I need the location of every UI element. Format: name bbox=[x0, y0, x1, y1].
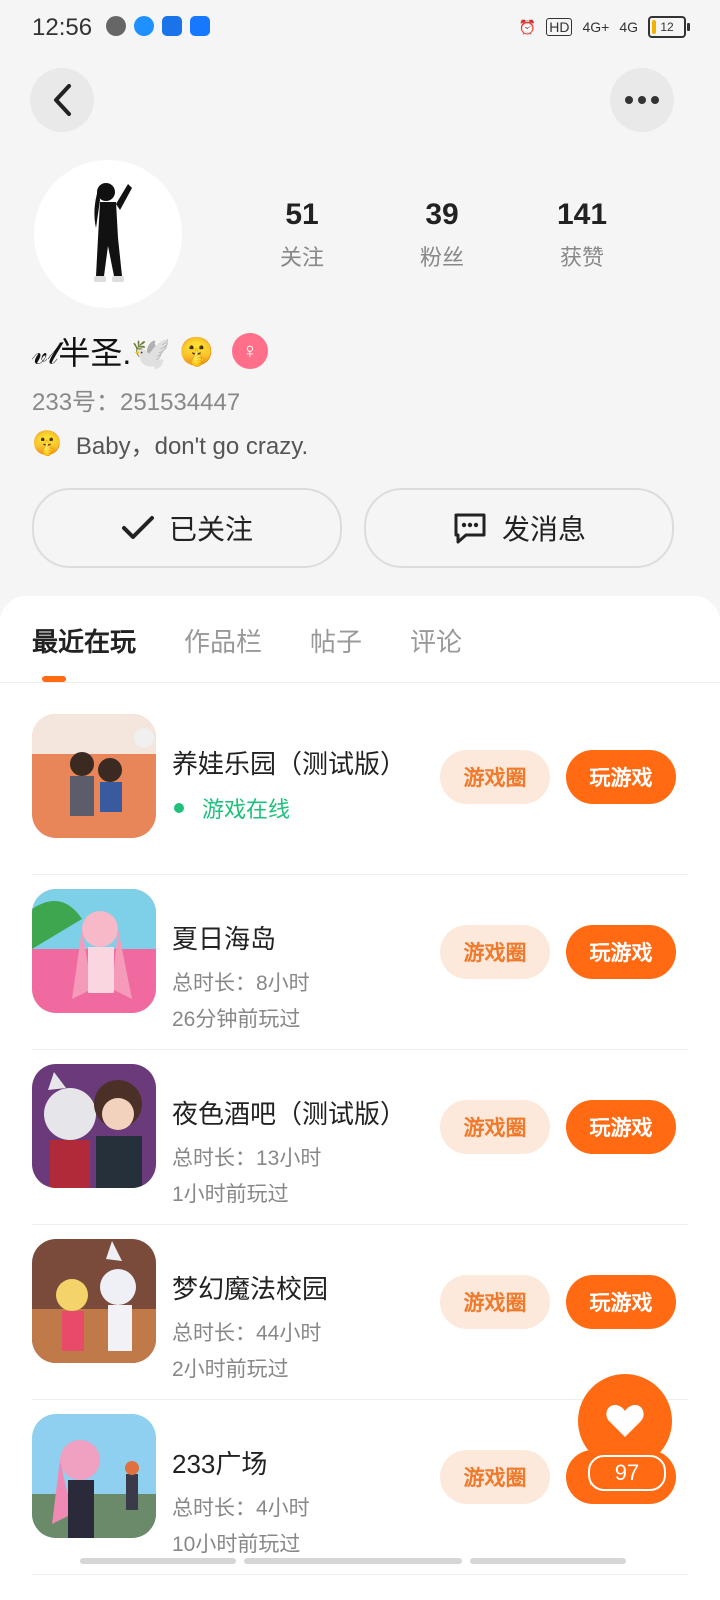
game-row[interactable]: 夏日海岛 总时长：8小时 26分钟前玩过 游戏圈 玩游戏 bbox=[32, 875, 688, 1050]
scroll-indicator bbox=[244, 1558, 462, 1564]
female-icon: ♀ bbox=[232, 333, 269, 369]
last-played: 2小时前玩过 bbox=[172, 1358, 289, 1381]
message-button[interactable]: 发消息 bbox=[364, 488, 674, 568]
play-game-button[interactable]: 玩游戏 bbox=[566, 750, 676, 804]
game-circle-button[interactable]: 游戏圈 bbox=[440, 1275, 550, 1329]
game-row[interactable]: 夜色酒吧（测试版） 总时长：13小时 1小时前玩过 游戏圈 玩游戏 bbox=[32, 1050, 688, 1225]
message-label: 发消息 bbox=[501, 514, 586, 545]
game-name: 梦幻魔法校园 bbox=[172, 1274, 329, 1304]
last-played: 26分钟前玩过 bbox=[172, 1008, 301, 1031]
online-label: 游戏在线 bbox=[202, 797, 291, 822]
stat-label: 获赞 bbox=[559, 245, 604, 270]
tab-comments[interactable]: 评论 bbox=[410, 622, 462, 659]
shush-emoji-icon: 🤫 bbox=[32, 430, 62, 457]
tab-posts[interactable]: 帖子 bbox=[310, 622, 362, 659]
user-id: 233号：251534447 bbox=[32, 389, 241, 416]
status-time: 12:56 bbox=[32, 14, 93, 41]
signal-2: 4G bbox=[619, 19, 638, 35]
more-button[interactable] bbox=[610, 68, 674, 132]
followed-label: 已关注 bbox=[168, 514, 253, 545]
stat-likes[interactable]: 141 获赞 bbox=[512, 198, 652, 272]
stat-followers[interactable]: 39 粉丝 bbox=[372, 198, 512, 272]
check-icon bbox=[121, 516, 154, 539]
status-bar: 12:56 ⏰ HD 4G+ 4G 12 bbox=[0, 0, 720, 60]
play-game-button[interactable]: 玩游戏 bbox=[566, 1100, 676, 1154]
play-game-button[interactable]: 玩游戏 bbox=[566, 1275, 676, 1329]
followed-button[interactable]: 已关注 bbox=[32, 488, 342, 568]
game-name: 夜色酒吧（测试版） bbox=[172, 1099, 407, 1129]
game-row[interactable]: 梦幻魔法校园 总时长：44小时 2小时前玩过 游戏圈 玩游戏 bbox=[32, 1225, 688, 1400]
game-circle-button[interactable]: 游戏圈 bbox=[440, 750, 550, 804]
scroll-indicator bbox=[80, 1558, 236, 1564]
hd-indicator: HD bbox=[546, 18, 573, 36]
bio-text: Baby，don't go crazy. bbox=[75, 433, 309, 460]
game-name: 夏日海岛 bbox=[172, 924, 277, 954]
online-status: 游戏在线 bbox=[174, 792, 290, 824]
game-icon[interactable] bbox=[32, 889, 156, 1013]
alarm-icon: ⏰ bbox=[518, 18, 537, 35]
bio: 🤫 Baby，don't go crazy. bbox=[32, 426, 308, 461]
game-name: 233广场 bbox=[172, 1449, 268, 1479]
battery-level: 12 bbox=[660, 20, 674, 34]
chat-bubble-icon bbox=[454, 513, 486, 544]
stat-following[interactable]: 51 关注 bbox=[232, 198, 372, 272]
scroll-indicator bbox=[470, 1558, 626, 1564]
divider bbox=[0, 682, 720, 683]
app-icon bbox=[162, 16, 182, 36]
more-icon bbox=[625, 96, 659, 104]
like-count: 97 bbox=[588, 1455, 666, 1491]
play-duration: 总时长：8小时 bbox=[172, 972, 310, 995]
game-row[interactable]: 养娃乐园（测试版） 游戏在线 游戏圈 玩游戏 bbox=[32, 700, 688, 875]
stat-number: 39 bbox=[425, 198, 459, 231]
browser-icon bbox=[134, 16, 154, 36]
stat-number: 141 bbox=[556, 198, 608, 231]
battery-icon: 12 bbox=[648, 16, 690, 38]
avatar-image bbox=[34, 160, 182, 308]
game-circle-button[interactable]: 游戏圈 bbox=[440, 1100, 550, 1154]
online-dot-icon bbox=[174, 803, 184, 813]
tab-bar: 最近在玩 作品栏 帖子 评论 bbox=[32, 622, 462, 659]
play-duration: 总时长：4小时 bbox=[172, 1497, 310, 1520]
game-name: 养娃乐园（测试版） bbox=[172, 749, 407, 779]
username: 𝓋𝓁半圣.🕊️ bbox=[32, 335, 172, 371]
game-icon[interactable] bbox=[32, 1239, 156, 1363]
profile-stats: 51 关注 39 粉丝 141 获赞 bbox=[232, 198, 652, 272]
shush-emoji-icon: 🤫 bbox=[179, 335, 215, 367]
play-duration: 总时长：44小时 bbox=[172, 1322, 322, 1345]
avatar[interactable] bbox=[34, 160, 182, 308]
stat-number: 51 bbox=[285, 198, 319, 231]
alipay-icon bbox=[190, 16, 210, 36]
game-icon[interactable] bbox=[32, 1414, 156, 1538]
last-played: 10小时前玩过 bbox=[172, 1533, 301, 1556]
stat-label: 关注 bbox=[279, 245, 324, 270]
signal-1: 4G+ bbox=[582, 19, 610, 35]
game-circle-button[interactable]: 游戏圈 bbox=[440, 925, 550, 979]
music-icon bbox=[106, 16, 126, 36]
game-icon[interactable] bbox=[32, 1064, 156, 1188]
tab-works[interactable]: 作品栏 bbox=[184, 622, 262, 659]
game-icon[interactable] bbox=[32, 714, 156, 838]
like-fab-button[interactable] bbox=[578, 1374, 672, 1468]
last-played: 1小时前玩过 bbox=[172, 1183, 289, 1206]
stat-label: 粉丝 bbox=[419, 245, 464, 270]
play-duration: 总时长：13小时 bbox=[172, 1147, 322, 1170]
chevron-left-icon bbox=[54, 84, 71, 116]
system-status: ⏰ HD 4G+ 4G 12 bbox=[518, 16, 690, 38]
name-row: 𝓋𝓁半圣.🕊️ 🤫 ♀ bbox=[32, 328, 269, 374]
tab-recently-played[interactable]: 最近在玩 bbox=[32, 622, 136, 659]
back-button[interactable] bbox=[30, 68, 94, 132]
game-circle-button[interactable]: 游戏圈 bbox=[440, 1450, 550, 1504]
play-game-button[interactable]: 玩游戏 bbox=[566, 925, 676, 979]
heart-icon bbox=[606, 1404, 644, 1437]
notification-icons bbox=[106, 16, 210, 36]
